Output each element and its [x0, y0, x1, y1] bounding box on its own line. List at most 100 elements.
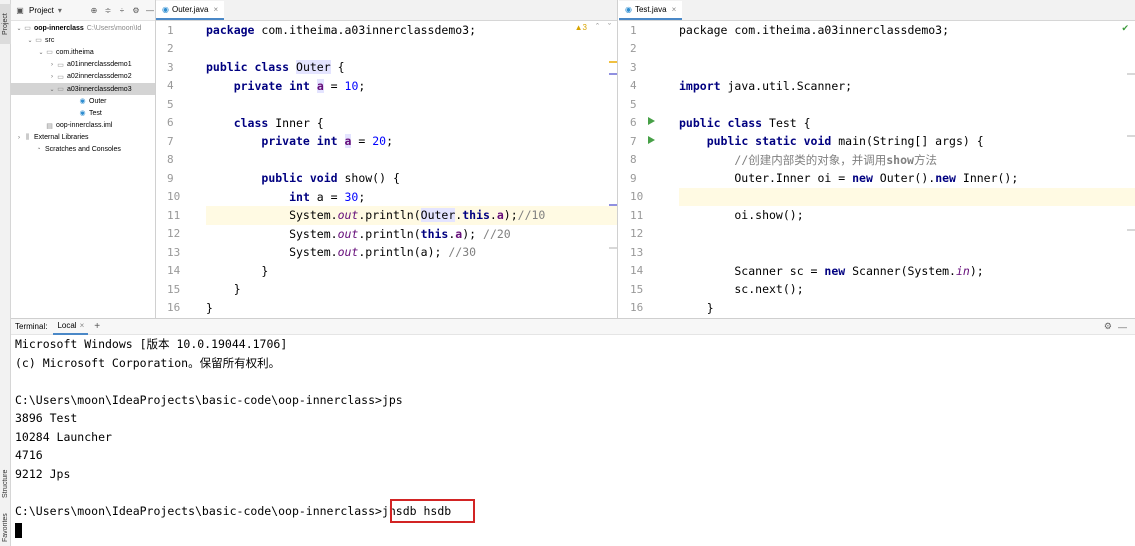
run-icon[interactable]	[648, 117, 655, 125]
project-view-icon: ▣	[16, 5, 24, 15]
editor-tab-bar: ◉ Outer.java ×	[156, 0, 617, 21]
code-line: private int a = 10;	[233, 78, 366, 93]
java-class-icon: ◉	[162, 5, 169, 14]
terminal-line: C:\Users\moon\IdeaProjects\basic-code\oo…	[15, 392, 403, 407]
code-line: import java.util.Scanner;	[679, 78, 853, 93]
tree-item-label: oop-innerclass.iml	[56, 122, 113, 130]
code-line: Scanner sc = new Scanner(System.in);	[679, 263, 984, 278]
chevron-down-icon[interactable]: ⌄	[37, 49, 45, 56]
tree-item-path: C:\Users\moon\Id	[86, 24, 142, 32]
terminal-line: 3896 Test	[15, 411, 78, 425]
terminal-cursor	[15, 523, 22, 538]
tree-item[interactable]: ◉ Test	[11, 107, 155, 119]
line-number: 12	[630, 227, 644, 240]
close-icon[interactable]: ×	[213, 5, 218, 14]
gear-icon[interactable]: ⚙	[131, 6, 141, 15]
chevron-right-icon[interactable]: ›	[15, 135, 23, 141]
line-number: 11	[167, 208, 181, 222]
class-icon: ◉	[79, 110, 86, 118]
left-tool-strip: Project Structure Favorites	[0, 0, 11, 546]
tree-item[interactable]: ◔ Scratches and Consoles	[11, 144, 155, 156]
code-line: public static void main(String[] args) {	[706, 134, 984, 148]
run-icon[interactable]	[648, 136, 655, 144]
collapse-all-icon[interactable]: ≑	[103, 6, 113, 15]
tree-item[interactable]: ◉ Outer	[11, 95, 155, 107]
line-number: 5	[630, 97, 637, 111]
line-number: 12	[167, 227, 181, 240]
line-number: 8	[167, 153, 174, 166]
code-line: sc.next();	[679, 282, 804, 296]
java-class-icon: ◉	[625, 5, 632, 14]
terminal-output[interactable]: Microsoft Windows [版本 10.0.19044.1706] (c…	[11, 335, 1135, 546]
line-number: 6	[167, 116, 174, 129]
line-number: 13	[630, 245, 644, 259]
package-icon: ▭	[46, 49, 53, 57]
chevron-down-icon[interactable]: ▾	[58, 6, 62, 15]
line-number: 7	[630, 134, 637, 148]
code-area-outer[interactable]: 1 2 3 4 5 6 7 8 9 10 11 12 13 14 15 16 ▲3 ˆ ˇ package c…	[156, 21, 617, 318]
add-tab-button[interactable]: +	[94, 321, 100, 332]
tab-test-java[interactable]: ◉ Test.java ×	[619, 1, 683, 20]
line-number: 2	[630, 42, 637, 55]
project-tool-tab[interactable]: Project	[0, 4, 11, 44]
chevron-down-icon[interactable]: ⌄	[26, 37, 34, 44]
tab-outer-java[interactable]: ◉ Outer.java ×	[156, 1, 225, 20]
structure-tool-tab[interactable]: Structure	[0, 462, 11, 506]
expand-icon[interactable]: ÷	[117, 6, 127, 15]
chevron-right-icon[interactable]: ›	[48, 62, 56, 68]
hide-icon[interactable]: —	[145, 6, 155, 15]
line-number: 8	[630, 153, 637, 166]
tab-local[interactable]: Local ×	[53, 319, 89, 335]
tree-item-label: External Libraries	[34, 134, 89, 142]
code-line: }	[206, 300, 213, 315]
code-line-current: System.out.println(Outer.this.a);//10	[206, 206, 617, 225]
code-line: class Inner {	[233, 115, 324, 130]
project-view-selector[interactable]: Project	[29, 6, 54, 15]
line-number: 9	[630, 171, 637, 185]
tree-item[interactable]: ⌄ ▭ com.itheima	[11, 46, 155, 58]
line-number: 4	[167, 79, 174, 92]
tree-item-label: com.itheima	[56, 48, 94, 56]
favorites-tool-tab[interactable]: Favorites	[0, 510, 11, 546]
code-line: }	[679, 300, 714, 315]
line-number: 11	[630, 208, 644, 222]
terminal-line: 4716	[15, 448, 43, 462]
project-panel: ▣ Project ▾ ⊕ ≑ ÷ ⚙ — ⌄ ▭ oop-innerclass C:…	[11, 0, 156, 318]
chevron-down-icon[interactable]: ⌄	[15, 25, 23, 32]
close-icon[interactable]: ×	[672, 5, 677, 14]
close-icon[interactable]: ×	[80, 321, 85, 330]
code-line: int a = 30;	[289, 189, 366, 204]
project-tree: ⌄ ▭ oop-innerclass C:\Users\moon\Id ⌄ ▭ src ⌄ ▭ c…	[11, 21, 155, 156]
tree-item[interactable]: ▤ oop-innerclass.iml	[11, 120, 155, 132]
terminal-header: Terminal: Local × + ⚙ —	[11, 319, 1135, 335]
line-number: 14	[630, 264, 644, 277]
code-line: }	[206, 263, 269, 278]
tree-item[interactable]: › ▭ a02innerclassdemo2	[11, 71, 155, 83]
line-number: 9	[167, 171, 174, 185]
tree-item[interactable]: ⌄ ▭ oop-innerclass C:\Users\moon\Id	[11, 22, 155, 34]
package-icon: ▭	[57, 61, 64, 69]
tree-item-label: Outer	[89, 97, 107, 105]
chevron-right-icon[interactable]: ›	[48, 74, 56, 80]
line-number: 16	[167, 301, 181, 314]
line-number: 2	[167, 42, 174, 55]
lib-icon: ⫼	[25, 133, 30, 141]
line-number: 3	[630, 60, 637, 74]
tree-item[interactable]: › ⫼ External Libraries	[11, 132, 155, 144]
code-line: Outer.Inner oi = new Outer().new Inner()…	[679, 171, 1019, 185]
line-gutter: 1 2 3 4 5 6 7 8 9 10 11 12 13 14 15 16	[619, 21, 664, 318]
chevron-down-icon[interactable]: ⌄	[48, 86, 56, 93]
tree-item[interactable]: ⌄ ▭ a03innerclassdemo3	[11, 82, 155, 96]
locate-icon[interactable]: ⊕	[89, 6, 99, 15]
code-line: System.out.println(a); //30	[206, 245, 477, 259]
tree-item-label: Test	[89, 109, 102, 117]
terminal-title: Terminal:	[15, 322, 48, 331]
gear-icon[interactable]: ⚙	[1104, 321, 1112, 332]
hide-icon[interactable]: —	[1118, 322, 1127, 332]
code-line: package com.itheima.a03innerclassdemo3;	[679, 23, 950, 37]
tree-item[interactable]: › ▭ a01innerclassdemo1	[11, 59, 155, 71]
code-line: package com.itheima.a03innerclassdemo3;	[206, 23, 477, 37]
tree-item[interactable]: ⌄ ▭ src	[11, 34, 155, 46]
code-area-test[interactable]: 1 2 3 4 5 6 7 8 9 10 11 12 13 14 15 16 ✔ package com.it…	[619, 21, 1135, 318]
tab-local-label: Local	[57, 321, 77, 330]
